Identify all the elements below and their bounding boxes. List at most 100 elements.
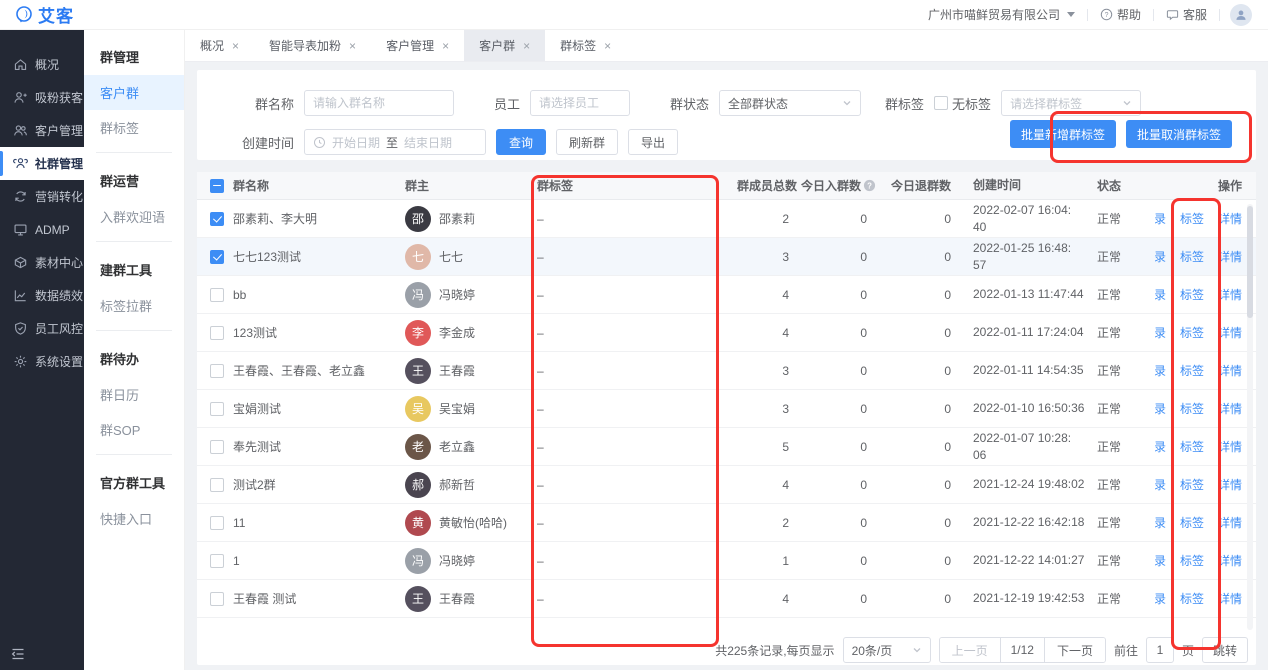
- close-icon[interactable]: ×: [523, 40, 530, 52]
- tag-link[interactable]: 标签: [1180, 324, 1204, 341]
- row-checkbox[interactable]: [210, 288, 224, 302]
- chat-record-link[interactable]: 聊天记录: [1155, 400, 1166, 417]
- row-checkbox[interactable]: [210, 250, 224, 264]
- submenu-entry[interactable]: 客户群: [84, 75, 184, 110]
- detail-link[interactable]: 详情: [1218, 362, 1242, 379]
- tag-link[interactable]: 标签: [1180, 438, 1204, 455]
- refresh-groups-button[interactable]: 刷新群: [556, 129, 618, 155]
- detail-link[interactable]: 详情: [1218, 476, 1242, 493]
- group-tag-select[interactable]: 请选择群标签: [1001, 90, 1141, 116]
- batch-add-tags-button[interactable]: 批量新增群标签: [1010, 120, 1116, 148]
- submenu-entry[interactable]: 快捷入口: [84, 501, 184, 536]
- detail-link[interactable]: 详情: [1218, 324, 1242, 341]
- sidebar-item[interactable]: 系统设置: [0, 345, 84, 378]
- sidebar-item[interactable]: 素材中心: [0, 246, 84, 279]
- chat-record-link[interactable]: 聊天记录: [1155, 476, 1166, 493]
- row-checkbox[interactable]: [210, 440, 224, 454]
- tag-link[interactable]: 标签: [1180, 286, 1204, 303]
- chat-record-link[interactable]: 聊天记录: [1155, 362, 1166, 379]
- tag-link[interactable]: 标签: [1180, 400, 1204, 417]
- no-tag-checkbox[interactable]: [934, 96, 948, 110]
- select-all-checkbox[interactable]: [210, 179, 224, 193]
- submenu-entry[interactable]: 群日历: [84, 377, 184, 412]
- sidebar-item[interactable]: ADMP: [0, 213, 84, 246]
- jump-button[interactable]: 跳转: [1202, 637, 1248, 663]
- close-icon[interactable]: ×: [232, 40, 239, 52]
- tab[interactable]: 群标签 ×: [545, 30, 626, 61]
- row-checkbox[interactable]: [210, 592, 224, 606]
- tab[interactable]: 客户管理 ×: [371, 30, 464, 61]
- submenu-entry[interactable]: 入群欢迎语: [84, 199, 184, 234]
- date-range-picker[interactable]: 开始日期 至 结束日期: [304, 129, 486, 155]
- sidebar-item[interactable]: 客户管理: [0, 114, 84, 147]
- sidebar-item[interactable]: 社群管理: [0, 147, 84, 180]
- row-checkbox[interactable]: [210, 516, 224, 530]
- sidebar-item[interactable]: 吸粉获客: [0, 81, 84, 114]
- detail-link[interactable]: 详情: [1218, 438, 1242, 455]
- tab[interactable]: 客户群 ×: [464, 30, 545, 61]
- row-checkbox[interactable]: [210, 212, 224, 226]
- user-avatar[interactable]: [1230, 4, 1252, 26]
- submenu-entry[interactable]: 群管理: [84, 36, 184, 75]
- group-name-input[interactable]: [304, 90, 454, 116]
- chat-record-link[interactable]: 聊天记录: [1155, 248, 1166, 265]
- sidebar-item[interactable]: 员工风控: [0, 312, 84, 345]
- tag-link[interactable]: 标签: [1180, 362, 1204, 379]
- tag-link[interactable]: 标签: [1180, 248, 1204, 265]
- staff-input[interactable]: [530, 90, 630, 116]
- detail-link[interactable]: 详情: [1218, 552, 1242, 569]
- close-icon[interactable]: ×: [604, 40, 611, 52]
- search-button[interactable]: 查询: [496, 129, 546, 155]
- chat-record-link[interactable]: 聊天记录: [1155, 514, 1166, 531]
- scrollbar-thumb[interactable]: [1247, 206, 1253, 318]
- submenu-entry[interactable]: 群标签: [84, 110, 184, 145]
- submenu-entry[interactable]: [96, 152, 172, 153]
- collapse-sidebar-button[interactable]: [10, 646, 26, 662]
- submenu-entry[interactable]: [96, 241, 172, 242]
- chat-record-link[interactable]: 聊天记录: [1155, 286, 1166, 303]
- tab[interactable]: 智能导表加粉 ×: [254, 30, 371, 61]
- detail-link[interactable]: 详情: [1218, 400, 1242, 417]
- tag-link[interactable]: 标签: [1180, 210, 1204, 227]
- chat-record-link[interactable]: 聊天记录: [1155, 590, 1166, 607]
- page-size-select[interactable]: 20条/页: [843, 637, 931, 663]
- customer-service-button[interactable]: 客服: [1154, 6, 1219, 23]
- group-status-select[interactable]: 全部群状态: [719, 90, 861, 116]
- row-checkbox[interactable]: [210, 364, 224, 378]
- company-switcher[interactable]: 广州市喵鲜贸易有限公司: [916, 6, 1087, 23]
- chat-record-link[interactable]: 聊天记录: [1155, 324, 1166, 341]
- submenu-entry[interactable]: 标签拉群: [84, 288, 184, 323]
- submenu-entry[interactable]: [96, 454, 172, 455]
- submenu-entry[interactable]: [96, 330, 172, 331]
- chat-record-link[interactable]: 聊天记录: [1155, 210, 1166, 227]
- question-icon[interactable]: ?: [863, 179, 876, 192]
- table-scrollbar[interactable]: [1247, 204, 1253, 630]
- submenu-entry[interactable]: 群运营: [84, 160, 184, 199]
- submenu-entry[interactable]: 群待办: [84, 338, 184, 377]
- tag-link[interactable]: 标签: [1180, 514, 1204, 531]
- row-checkbox[interactable]: [210, 326, 224, 340]
- row-checkbox[interactable]: [210, 402, 224, 416]
- detail-link[interactable]: 详情: [1218, 514, 1242, 531]
- tag-link[interactable]: 标签: [1180, 552, 1204, 569]
- sidebar-item[interactable]: 数据绩效: [0, 279, 84, 312]
- batch-cancel-tags-button[interactable]: 批量取消群标签: [1126, 120, 1232, 148]
- export-button[interactable]: 导出: [628, 129, 678, 155]
- chat-record-link[interactable]: 聊天记录: [1155, 552, 1166, 569]
- detail-link[interactable]: 详情: [1218, 286, 1242, 303]
- page-number-input[interactable]: [1146, 637, 1174, 663]
- sidebar-item[interactable]: 营销转化: [0, 180, 84, 213]
- detail-link[interactable]: 详情: [1218, 210, 1242, 227]
- submenu-entry[interactable]: 官方群工具: [84, 462, 184, 501]
- tab[interactable]: 概况 ×: [185, 30, 254, 61]
- close-icon[interactable]: ×: [442, 40, 449, 52]
- tag-link[interactable]: 标签: [1180, 476, 1204, 493]
- submenu-entry[interactable]: 建群工具: [84, 249, 184, 288]
- submenu-entry[interactable]: 群SOP: [84, 412, 184, 447]
- sidebar-item[interactable]: 概况: [0, 48, 84, 81]
- row-checkbox[interactable]: [210, 478, 224, 492]
- close-icon[interactable]: ×: [349, 40, 356, 52]
- row-checkbox[interactable]: [210, 554, 224, 568]
- next-page-button[interactable]: 下一页: [1045, 638, 1105, 662]
- tag-link[interactable]: 标签: [1180, 590, 1204, 607]
